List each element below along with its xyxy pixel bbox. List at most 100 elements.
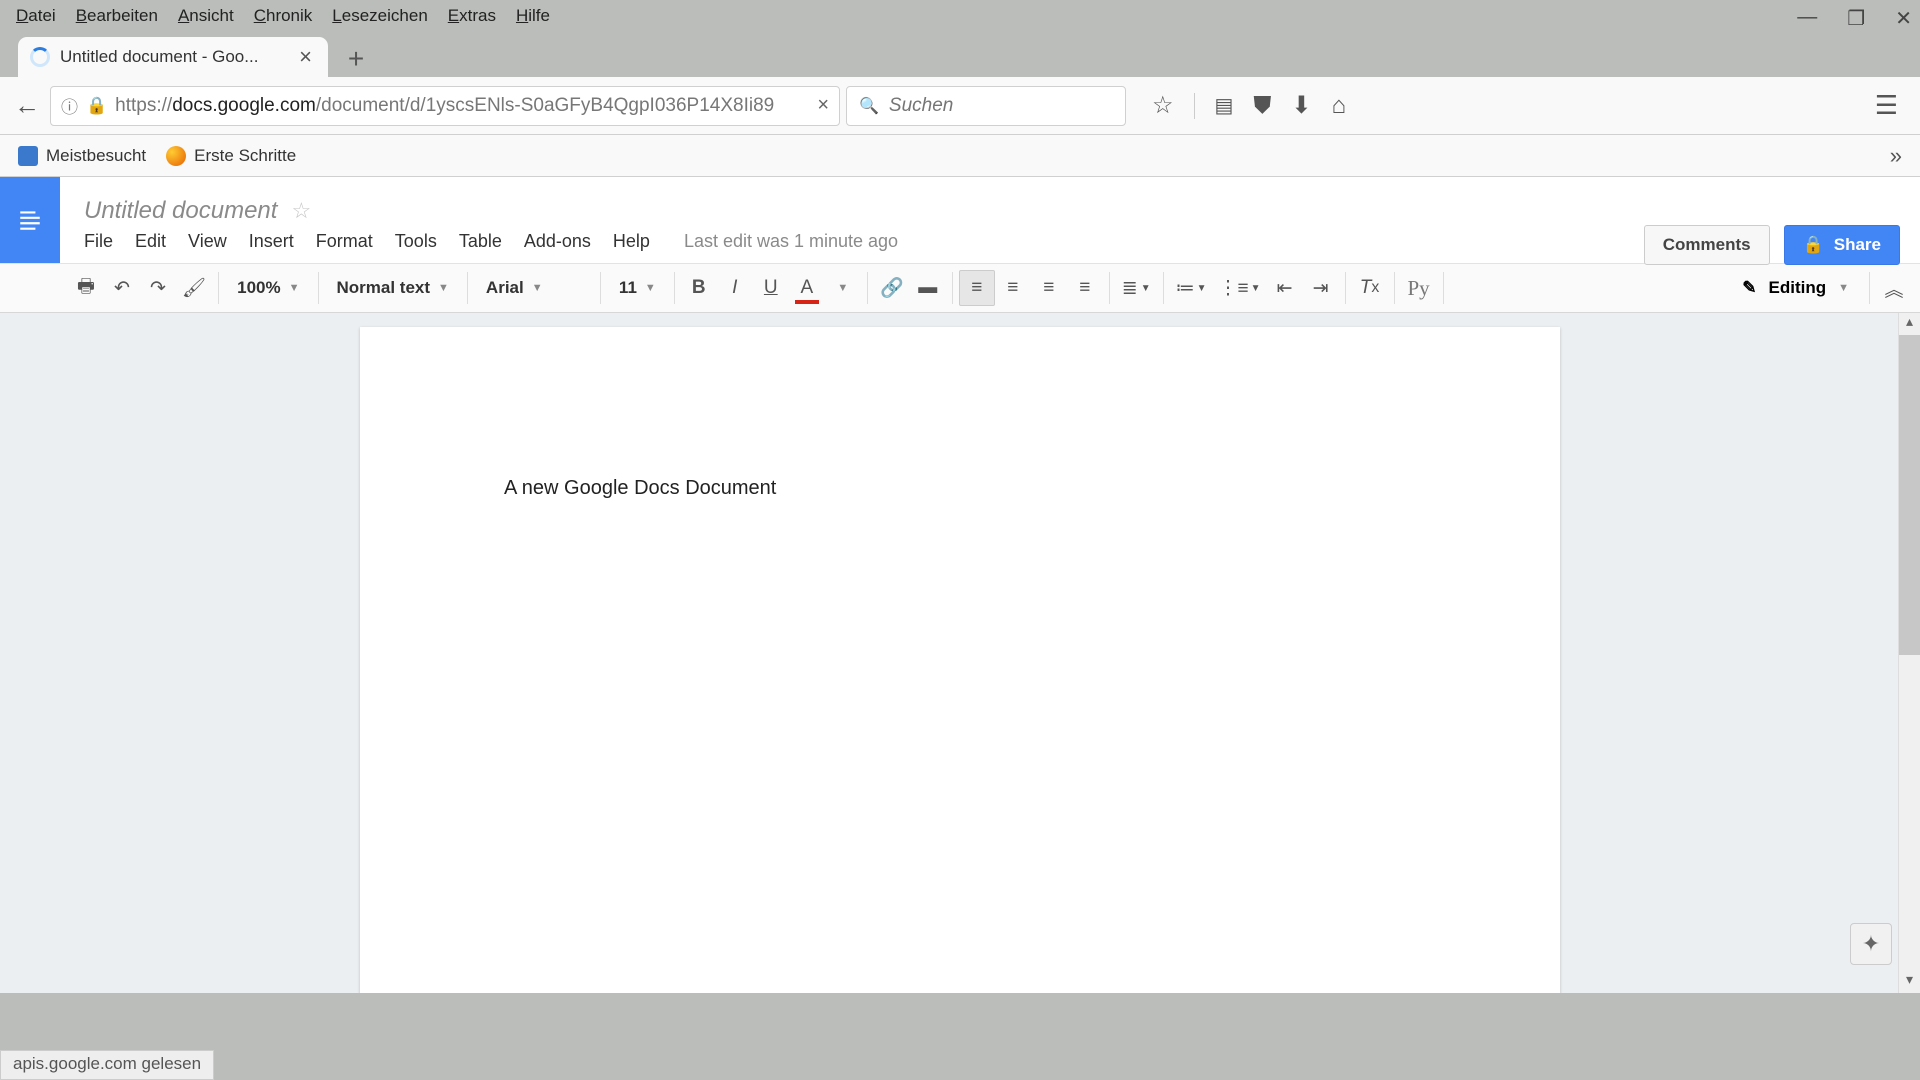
menu-edit[interactable]: Edit xyxy=(135,231,166,252)
redo-icon[interactable]: ↷ xyxy=(140,270,176,306)
back-button[interactable]: ← xyxy=(10,89,44,123)
url-bar[interactable]: ⓘ 🔒 https://docs.google.com/document/d/1… xyxy=(50,86,840,126)
scroll-thumb[interactable] xyxy=(1899,335,1920,655)
bookmark-erste-schritte[interactable]: Erste Schritte xyxy=(156,142,306,170)
search-input[interactable] xyxy=(889,95,1113,117)
insert-comment-icon[interactable]: ▬ xyxy=(910,270,946,306)
menu-addons[interactable]: Add-ons xyxy=(524,231,591,252)
menu-tools[interactable]: Tools xyxy=(395,231,437,252)
maximize-icon[interactable]: ❐ xyxy=(1847,6,1865,31)
comments-button[interactable]: Comments xyxy=(1644,225,1770,265)
url-text: https://docs.google.com/document/d/1yscs… xyxy=(115,95,809,117)
loading-spinner-icon xyxy=(30,47,50,67)
os-menu-lesezeichen[interactable]: Lesezeichen xyxy=(322,2,437,30)
menu-format[interactable]: Format xyxy=(316,231,373,252)
star-icon[interactable]: ☆ xyxy=(291,198,311,224)
paint-format-icon[interactable]: 🖌 xyxy=(176,270,212,306)
docs-logo[interactable] xyxy=(0,177,60,263)
paragraph-style-selector[interactable]: Normal text▼ xyxy=(325,278,461,298)
menu-table[interactable]: Table xyxy=(459,231,502,252)
os-menubar: Datei Bearbeiten Ansicht Chronik Lesezei… xyxy=(0,0,1920,32)
separator xyxy=(1163,272,1164,304)
home-icon[interactable]: ⌂ xyxy=(1332,92,1347,120)
browser-menu-icon[interactable]: ☰ xyxy=(1863,90,1910,121)
bold-icon[interactable]: B xyxy=(681,270,717,306)
os-menu-extras[interactable]: Extras xyxy=(438,2,506,30)
clear-formatting-icon[interactable]: Tx xyxy=(1352,270,1388,306)
separator xyxy=(674,272,675,304)
text-color-caret[interactable]: ▼ xyxy=(825,270,861,306)
font-size-selector[interactable]: 11▼ xyxy=(607,278,668,298)
new-tab-button[interactable]: + xyxy=(338,41,374,77)
url-prefix: https:// xyxy=(115,95,172,116)
hide-menus-icon[interactable]: ︽ xyxy=(1876,270,1912,306)
underline-icon[interactable]: U xyxy=(753,270,789,306)
scroll-up-icon[interactable]: ▴ xyxy=(1899,313,1920,335)
share-button[interactable]: 🔒 Share xyxy=(1784,225,1900,265)
os-menu-ansicht[interactable]: Ansicht xyxy=(168,2,244,30)
align-justify-icon[interactable]: ≡ xyxy=(1067,270,1103,306)
bulleted-list-icon[interactable]: ⋮≡▼ xyxy=(1213,270,1267,306)
menu-file[interactable]: File xyxy=(84,231,113,252)
menu-help[interactable]: Help xyxy=(613,231,650,252)
library-icon[interactable]: ▤ xyxy=(1215,93,1234,118)
scroll-track[interactable] xyxy=(1899,335,1920,971)
os-menu-chronik[interactable]: Chronik xyxy=(244,2,323,30)
bookmark-icon xyxy=(18,146,38,166)
bookmark-label: Meistbesucht xyxy=(46,146,146,166)
text-color-icon[interactable]: A xyxy=(789,270,825,306)
separator xyxy=(1443,272,1444,304)
scroll-down-icon[interactable]: ▾ xyxy=(1899,971,1920,993)
line-spacing-icon[interactable]: ≣▼ xyxy=(1116,270,1157,306)
menu-insert[interactable]: Insert xyxy=(249,231,294,252)
vertical-scrollbar[interactable]: ▴ ▾ xyxy=(1898,313,1920,993)
undo-icon[interactable]: ↶ xyxy=(104,270,140,306)
tab-close-icon[interactable]: × xyxy=(295,44,316,70)
increase-indent-icon[interactable]: ⇥ xyxy=(1303,270,1339,306)
menu-view[interactable]: View xyxy=(188,231,227,252)
os-menu-hilfe[interactable]: Hilfe xyxy=(506,2,560,30)
browser-tab[interactable]: Untitled document - Goo... × xyxy=(18,37,328,77)
bookmarks-overflow-icon[interactable]: » xyxy=(1880,143,1912,169)
minimize-icon[interactable]: — xyxy=(1797,6,1817,31)
document-title[interactable]: Untitled document xyxy=(84,197,277,225)
close-window-icon[interactable]: ✕ xyxy=(1895,6,1912,31)
os-menu-bearbeiten[interactable]: Bearbeiten xyxy=(66,2,168,30)
separator xyxy=(318,272,319,304)
style-value: Normal text xyxy=(337,278,431,298)
separator xyxy=(1394,272,1395,304)
zoom-selector[interactable]: 100%▼ xyxy=(225,278,311,298)
align-right-icon[interactable]: ≡ xyxy=(1031,270,1067,306)
docs-toolbar: 🖶 ↶ ↷ 🖌 100%▼ Normal text▼ Arial▼ 11▼ B … xyxy=(0,263,1920,313)
lock-icon: 🔒 xyxy=(86,96,107,116)
align-left-icon[interactable]: ≡ xyxy=(959,270,995,306)
editing-mode-selector[interactable]: ✎ Editing ▼ xyxy=(1728,278,1863,298)
print-icon[interactable]: 🖶 xyxy=(68,270,104,306)
docs-menu-bar: File Edit View Insert Format Tools Table… xyxy=(84,231,1904,252)
bookmark-meistbesucht[interactable]: Meistbesucht xyxy=(8,142,156,170)
info-icon[interactable]: ⓘ xyxy=(61,93,78,118)
search-icon: 🔍 xyxy=(859,96,879,116)
insert-link-icon[interactable]: 🔗 xyxy=(874,270,910,306)
decrease-indent-icon[interactable]: ⇤ xyxy=(1267,270,1303,306)
downloads-icon[interactable]: ⬇ xyxy=(1291,91,1311,120)
document-page[interactable]: A new Google Docs Document xyxy=(360,327,1560,993)
editing-label: Editing xyxy=(1769,278,1827,298)
pocket-icon[interactable]: ⛊ xyxy=(1253,92,1271,120)
input-tools-icon[interactable]: Py xyxy=(1401,270,1437,306)
font-value: Arial xyxy=(486,278,524,298)
clear-url-icon[interactable]: × xyxy=(817,94,829,117)
document-content: A new Google Docs Document xyxy=(504,477,776,499)
explore-button[interactable]: ✦ xyxy=(1850,923,1892,965)
last-edit-text: Last edit was 1 minute ago xyxy=(684,231,898,252)
font-selector[interactable]: Arial▼ xyxy=(474,278,594,298)
browser-search-box[interactable]: 🔍 xyxy=(846,86,1126,126)
bookmark-star-icon[interactable]: ☆ xyxy=(1152,91,1174,120)
italic-icon[interactable]: I xyxy=(717,270,753,306)
document-canvas-area: A new Google Docs Document ▴ ▾ ✦ xyxy=(0,313,1920,993)
separator xyxy=(467,272,468,304)
os-menu-datei[interactable]: Datei xyxy=(6,2,66,30)
align-center-icon[interactable]: ≡ xyxy=(995,270,1031,306)
google-docs-app: Untitled document ☆ File Edit View Inser… xyxy=(0,177,1920,993)
numbered-list-icon[interactable]: ≔▼ xyxy=(1170,270,1213,306)
